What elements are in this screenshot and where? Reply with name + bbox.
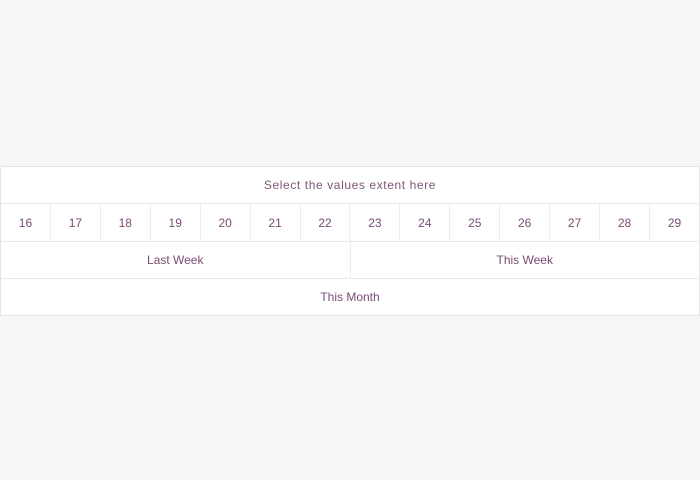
day-cell-27[interactable]: 27	[550, 204, 601, 241]
day-cell-17[interactable]: 17	[51, 204, 101, 241]
day-cell-19[interactable]: 19	[151, 204, 201, 241]
day-cell-16[interactable]: 16	[1, 204, 51, 241]
day-cell-22[interactable]: 22	[301, 204, 351, 241]
this-month-button[interactable]: This Month	[1, 279, 699, 315]
day-cell-28[interactable]: 28	[600, 204, 650, 241]
selector-header: Select the values extent here	[1, 167, 699, 204]
selector-title: Select the values extent here	[263, 178, 437, 192]
month-row: This Month	[1, 279, 699, 315]
days-row: 16 17 18 19 20 21 22 23 24 25 26 27 28 2…	[1, 204, 699, 242]
day-cell-20[interactable]: 20	[201, 204, 251, 241]
day-cell-18[interactable]: 18	[101, 204, 151, 241]
day-cell-25[interactable]: 25	[450, 204, 501, 241]
day-cell-23[interactable]: 23	[350, 204, 401, 241]
last-week-button[interactable]: Last Week	[1, 242, 351, 278]
range-selector: Select the values extent here 16 17 18 1…	[0, 166, 700, 316]
day-cell-29[interactable]: 29	[650, 204, 699, 241]
this-week-button[interactable]: This Week	[351, 242, 700, 278]
day-cell-26[interactable]: 26	[500, 204, 551, 241]
day-cell-24[interactable]: 24	[400, 204, 451, 241]
day-cell-21[interactable]: 21	[251, 204, 301, 241]
weeks-row: Last Week This Week	[1, 242, 699, 279]
